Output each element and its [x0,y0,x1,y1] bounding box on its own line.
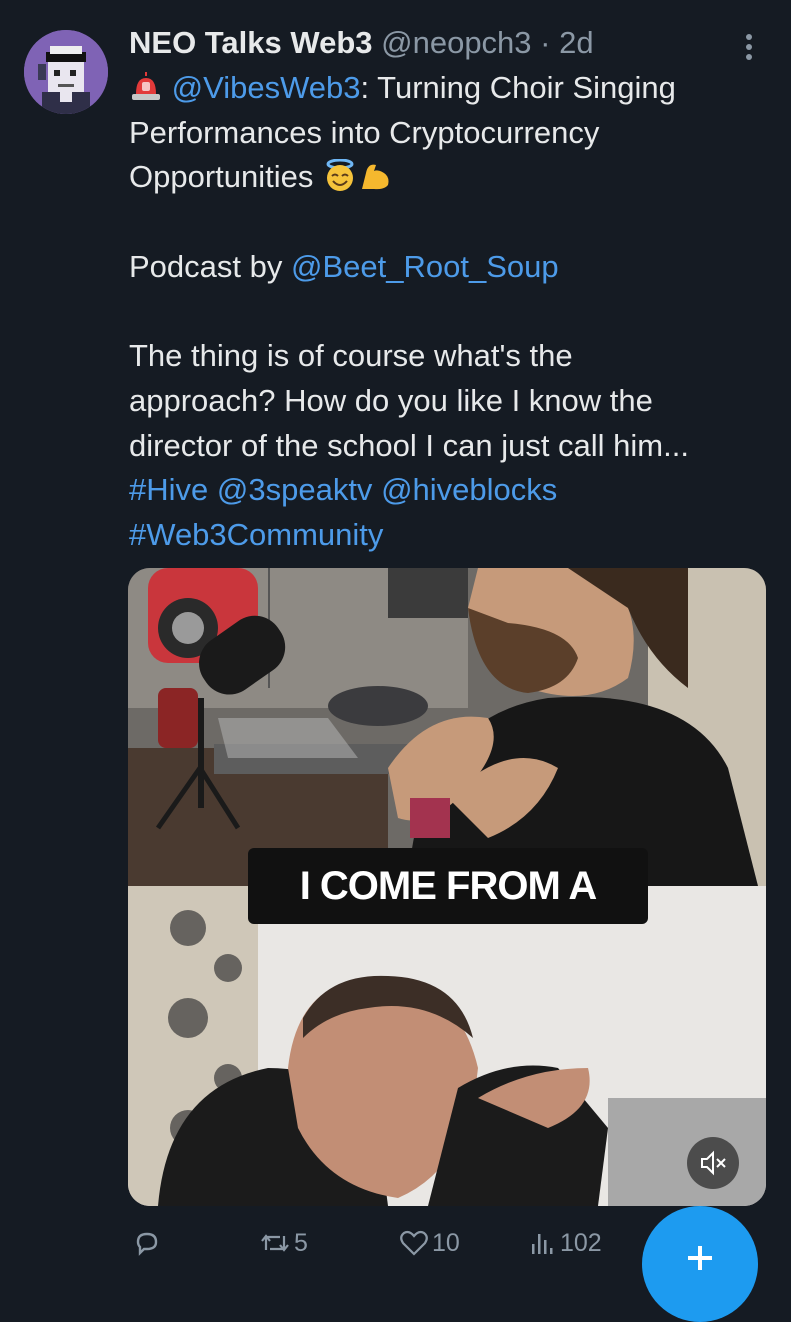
tweet-time[interactable]: 2d [559,25,593,60]
video-caption: I COME FROM A [248,848,648,924]
retweet-icon [261,1234,289,1252]
tweet-line-2: Performances into Cryptocurrency [129,114,600,150]
retweet-count: 5 [294,1228,308,1257]
hashtag-web3community[interactable]: #Web3Community [129,517,383,552]
tweet-text: Podcast by [129,248,291,284]
tweet-text: : Turning Choir Singing [360,70,676,105]
views-count: 102 [560,1228,602,1257]
reply-button[interactable] [132,1218,164,1268]
mention-vibesweb3[interactable]: @VibesWeb3 [172,70,361,105]
tweet-body: @VibesWeb3: Turning Choir Singing Perfor… [129,66,769,558]
compose-button[interactable] [642,1206,758,1322]
pixel-avatar-icon [24,30,108,114]
flexed-biceps-emoji [362,165,389,190]
heart-icon [400,1230,428,1256]
tweet-text: Opportunities [129,159,314,195]
mention-3speaktv[interactable]: @3speaktv [217,472,373,507]
speaker-muted-icon [701,1150,726,1176]
smiling-halo-emoji [326,159,354,192]
views-icon [532,1234,553,1254]
more-dot [746,44,752,50]
mention-hiveblocks[interactable]: @hiveblocks [381,472,557,507]
reply-icon [136,1232,158,1256]
tweet-tags-line-1: #Hive @3speaktv @hiveblocks [129,468,769,513]
tweet-line-1: @VibesWeb3: Turning Choir Singing [129,66,769,111]
tweet-header: NEO Talks Web3 @neopch3 · 2d [129,22,729,64]
mute-button[interactable] [687,1137,739,1189]
plus-icon-bar [698,1246,702,1270]
like-button[interactable]: 10 [398,1218,460,1268]
hashtag-hive[interactable]: #Hive [129,472,208,507]
retweet-button[interactable]: 5 [258,1218,308,1268]
video-player[interactable]: I COME FROM A [128,568,766,1206]
views-button[interactable]: 102 [528,1218,602,1268]
author-name[interactable]: NEO Talks Web3 [129,25,373,60]
more-dot [746,54,752,60]
avatar[interactable] [24,30,108,114]
separator-dot: · [540,25,551,60]
more-vertical-icon [746,34,752,40]
tweet-line-quote-1: The thing is of course what's the [129,338,573,374]
tweet-line-quote-2: approach? How do you like I know the [129,382,653,418]
author-handle[interactable]: @neopch3 [381,25,531,60]
tweet-line-quote-3: director of the school I can just call h… [129,427,689,463]
more-options-button[interactable] [740,30,760,64]
tweet-line-podcast: Podcast by @Beet_Root_Soup [129,245,769,290]
like-count: 10 [432,1228,460,1257]
tweet-tags-line-2: #Web3Community [129,513,769,558]
mention-beet-root-soup[interactable]: @Beet_Root_Soup [291,249,559,284]
tweet-line-3: Opportunities [129,155,769,200]
siren-emoji [132,72,160,100]
